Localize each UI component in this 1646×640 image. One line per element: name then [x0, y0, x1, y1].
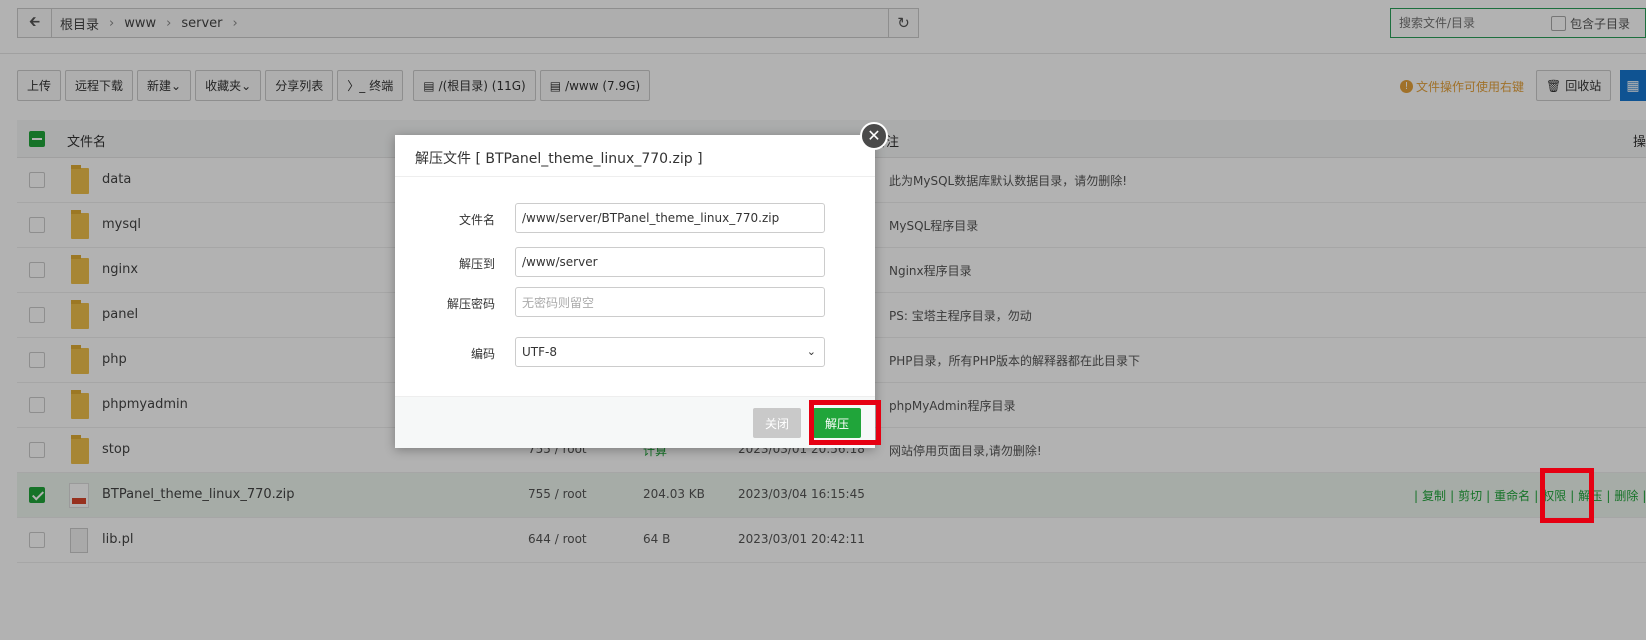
encoding-select[interactable]: UTF-8 ⌄	[515, 337, 825, 367]
chevron-down-icon: ⌄	[806, 345, 816, 358]
password-field[interactable]: 无密码则留空	[515, 287, 825, 317]
highlight-extract-button	[809, 400, 881, 445]
dialog-footer: 关闭 解压	[395, 396, 875, 448]
file-manager: 🡰 根目录 › www › server › ↻ 包含子目录 上传 远程下载 新…	[0, 0, 1646, 640]
filename-field[interactable]: /www/server/BTPanel_theme_linux_770.zip	[515, 203, 825, 233]
encoding-value: UTF-8	[522, 345, 557, 359]
dialog-title: 解压文件 [ BTPanel_theme_linux_770.zip ]	[395, 135, 875, 177]
extract-dialog: 解压文件 [ BTPanel_theme_linux_770.zip ] ✕ 文…	[395, 122, 888, 448]
target-path-field[interactable]: /www/server	[515, 247, 825, 277]
target-row: 解压到 /www/server	[395, 247, 875, 277]
close-icon[interactable]: ✕	[860, 122, 888, 150]
close-button[interactable]: 关闭	[753, 408, 802, 438]
encoding-row: 编码 UTF-8 ⌄	[395, 337, 875, 367]
filename-row: 文件名 /www/server/BTPanel_theme_linux_770.…	[395, 203, 875, 233]
target-label: 解压到	[458, 257, 495, 271]
password-row: 解压密码 无密码则留空	[395, 287, 875, 317]
encoding-label: 编码	[470, 347, 495, 361]
highlight-extract-op	[1540, 468, 1594, 523]
password-label: 解压密码	[446, 297, 495, 311]
filename-label: 文件名	[458, 213, 495, 227]
